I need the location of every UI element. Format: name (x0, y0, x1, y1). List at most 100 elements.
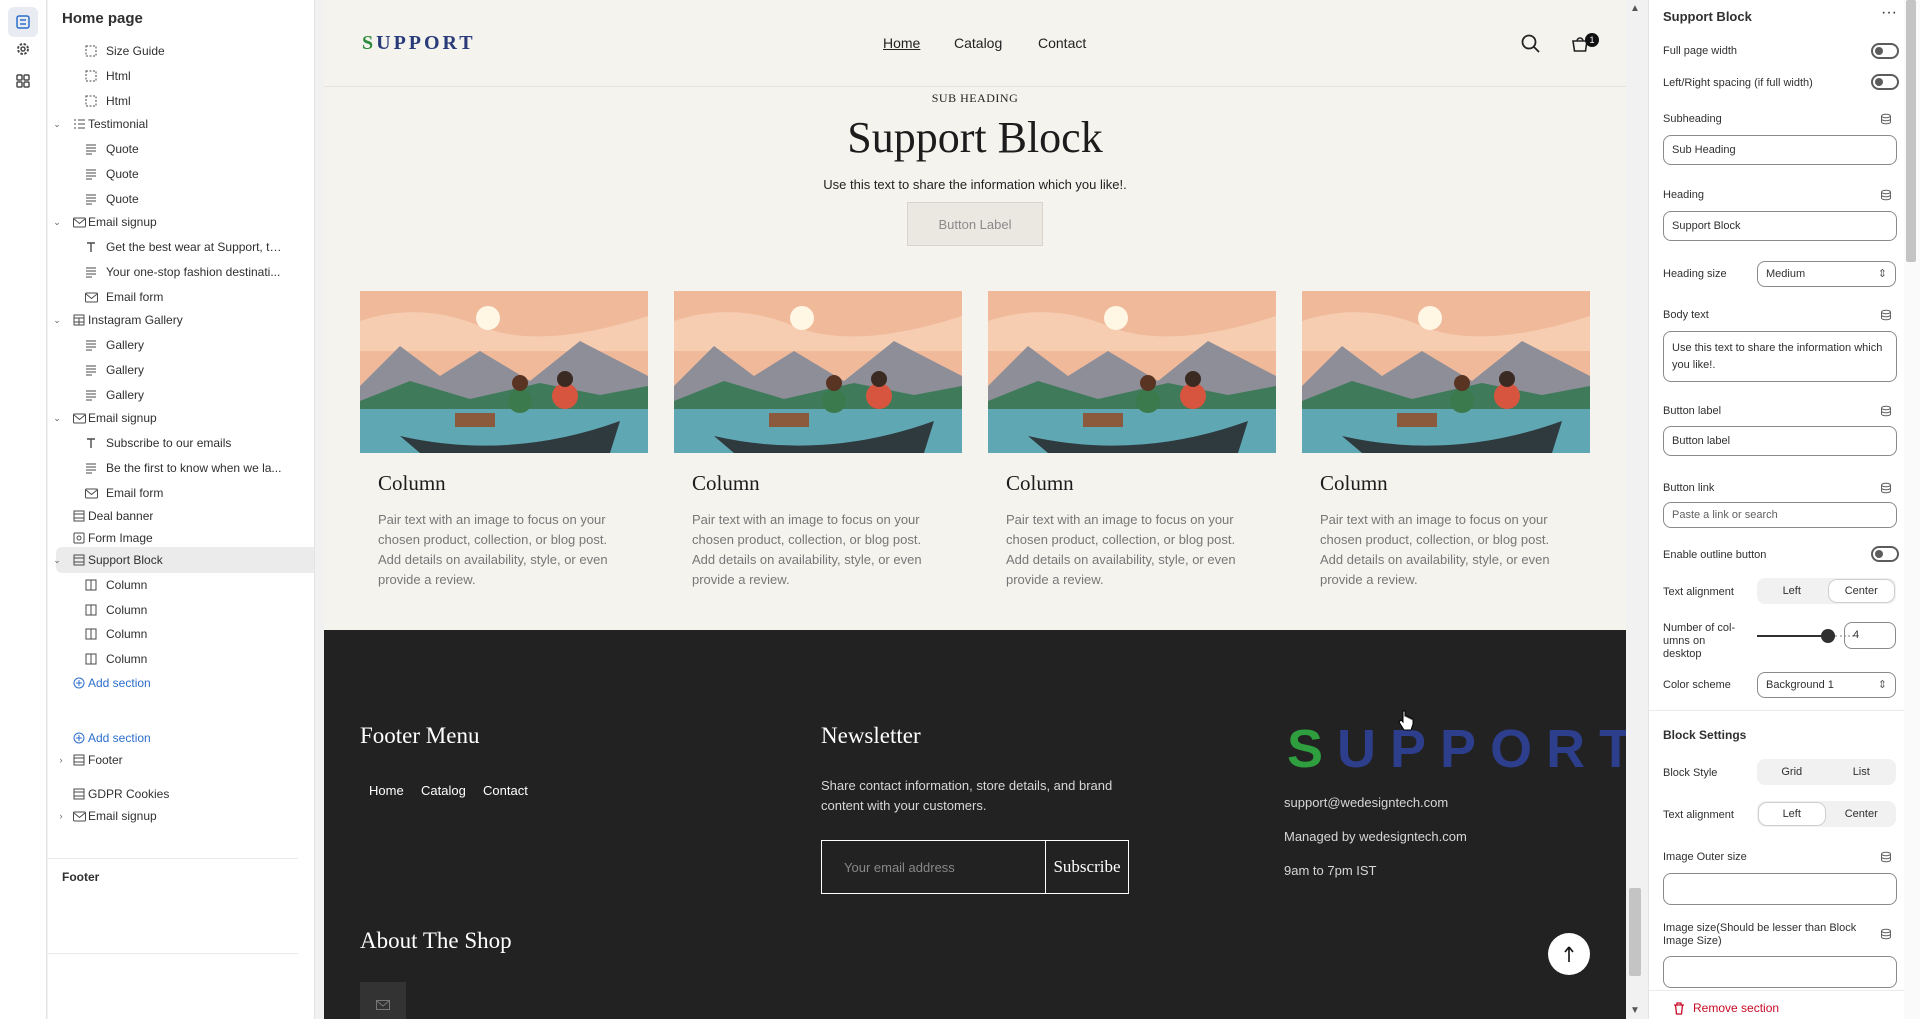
column-icon (84, 627, 98, 641)
nav-catalog[interactable]: Catalog (954, 35, 1002, 51)
block-style-list[interactable]: List (1829, 761, 1895, 783)
button-label-input[interactable]: Button label (1663, 426, 1897, 456)
heading-input[interactable]: Support Block (1663, 211, 1897, 241)
chevron-down-icon[interactable]: ⌄ (52, 413, 62, 423)
section-icon (72, 553, 86, 567)
chevron-right-icon[interactable]: › (56, 755, 66, 765)
text-icon (84, 363, 98, 377)
tree-item-label: Testimonial (88, 117, 149, 131)
remove-section-button[interactable]: Remove section (1673, 1001, 1779, 1015)
outline-button-toggle[interactable] (1871, 546, 1899, 562)
text-icon (84, 265, 98, 279)
tree-footer-item[interactable]: › Footer (56, 747, 314, 773)
settings-scroll-thumb[interactable] (1906, 0, 1916, 262)
chevron-down-icon[interactable]: ▼ (1626, 1005, 1644, 1016)
tree-block-item[interactable]: Size Guide (56, 38, 314, 64)
tree-block-item[interactable]: Html (56, 63, 314, 89)
mail-icon[interactable] (360, 982, 406, 1019)
tree-block-item[interactable]: Column (56, 572, 314, 598)
tree-block-item[interactable]: Quote (56, 136, 314, 162)
sections-icon[interactable] (8, 7, 38, 37)
columns-slider-thumb[interactable] (1821, 629, 1836, 643)
section-button[interactable]: Button Label (907, 202, 1043, 246)
footer-link-home[interactable]: Home (369, 783, 404, 798)
app-embeds-icon[interactable] (8, 66, 38, 96)
columns-number-input[interactable]: 4 (1844, 622, 1896, 649)
tree-block-item[interactable]: Column (56, 597, 314, 623)
block-icon (84, 94, 98, 108)
body-text-input[interactable]: Use this text to share the information w… (1663, 331, 1897, 382)
chevron-down-icon[interactable]: ⌄ (52, 555, 62, 565)
button-link-input[interactable]: Paste a link or search (1663, 502, 1897, 528)
site-header: SUPPORT Home Catalog Contact 1 (324, 0, 1626, 87)
tree-block-item[interactable]: Column (56, 646, 314, 672)
dynamic-source-icon[interactable] (1880, 405, 1892, 417)
preview-scroll-thumb[interactable] (1629, 888, 1641, 976)
tree-block-item[interactable]: Be the first to know when we la... (56, 455, 314, 481)
tree-block-item[interactable]: Gallery (56, 357, 314, 383)
nav-home[interactable]: Home (883, 35, 920, 51)
heading-label: Heading (1663, 189, 1704, 201)
block-settings-title: Block Settings (1663, 728, 1747, 742)
chevron-up-icon[interactable]: ▲ (1626, 3, 1644, 14)
text-icon (84, 167, 98, 181)
image-outer-size-input[interactable] (1663, 873, 1897, 905)
dynamic-source-icon[interactable] (1880, 189, 1892, 201)
tree-block-item[interactable]: Your one-stop fashion destinati... (56, 259, 314, 285)
site-logo[interactable]: SUPPORT (362, 32, 476, 55)
footer-link-catalog[interactable]: Catalog (421, 783, 466, 798)
dynamic-source-icon[interactable] (1880, 928, 1892, 940)
chevron-down-icon[interactable]: ⌄ (52, 217, 62, 227)
preview-scrollbar[interactable] (1626, 0, 1644, 1019)
tree-email-signup-item[interactable]: › Email signup (56, 803, 314, 829)
dynamic-source-icon[interactable] (1880, 309, 1892, 321)
dynamic-source-icon[interactable] (1880, 482, 1892, 494)
block-align-left[interactable]: Left (1759, 803, 1825, 825)
email-icon (84, 486, 98, 500)
theme-settings-gear-icon[interactable] (8, 34, 38, 64)
section-icon (72, 753, 86, 767)
nav-contact[interactable]: Contact (1038, 35, 1086, 51)
align-center-option[interactable]: Center (1828, 580, 1894, 602)
tree-section-item[interactable]: ⌄ Testimonial (53, 111, 314, 137)
subheading-input[interactable]: Sub Heading (1663, 135, 1897, 165)
tree-section-item[interactable]: ⌄ Email signup (53, 405, 314, 431)
column-illustration (674, 291, 962, 453)
add-section-button[interactable]: Add section (56, 670, 314, 696)
chevron-down-icon[interactable]: ⌄ (52, 315, 62, 325)
subscribe-button[interactable]: Subscribe (1045, 840, 1129, 894)
block-text-alignment-segmented: Left Center (1757, 801, 1896, 827)
align-left-option[interactable]: Left (1759, 580, 1825, 602)
chevron-right-icon[interactable]: › (56, 811, 66, 821)
tree-section-item[interactable]: ⌄ Instagram Gallery (53, 307, 314, 333)
tree-section-item[interactable]: ⌄ Support Block (53, 547, 314, 573)
footer-link-contact[interactable]: Contact (483, 783, 528, 798)
tree-block-item[interactable]: Gallery (56, 332, 314, 358)
block-align-center[interactable]: Center (1829, 803, 1895, 825)
block-style-grid[interactable]: Grid (1759, 761, 1825, 783)
tree-section-item[interactable]: ⌄ Email signup (53, 209, 314, 235)
more-options-icon[interactable]: ··· (1881, 4, 1897, 22)
dynamic-source-icon[interactable] (1880, 851, 1892, 863)
tree-block-item[interactable]: Get the best wear at Support, th... (56, 234, 314, 260)
chevron-down-icon[interactable]: ⌄ (52, 119, 62, 129)
lr-spacing-toggle[interactable] (1871, 74, 1899, 90)
footer-email[interactable]: support@wedesigntech.com (1284, 795, 1448, 810)
tree-block-item[interactable]: Quote (56, 161, 314, 187)
full-width-toggle[interactable] (1871, 43, 1899, 59)
color-scheme-select[interactable]: Background 1 (1757, 672, 1896, 698)
tree-item-label: Be the first to know when we la... (106, 461, 282, 475)
block-style-label: Block Style (1663, 767, 1718, 779)
page-title: Home page (62, 10, 143, 27)
tree-block-item[interactable]: Subscribe to our emails (56, 430, 314, 456)
tree-block-item[interactable]: Column (56, 621, 314, 647)
newsletter-email-input[interactable]: Your email address (821, 840, 1045, 894)
heading-size-select[interactable]: Medium (1757, 261, 1896, 287)
image-size-input[interactable] (1663, 956, 1897, 988)
subheading-label: Subheading (1663, 113, 1722, 125)
scroll-to-top-button[interactable] (1548, 933, 1590, 975)
column-icon (84, 652, 98, 666)
section-body-text: Use this text to share the information w… (823, 177, 1127, 192)
search-icon[interactable] (1520, 33, 1542, 55)
dynamic-source-icon[interactable] (1880, 113, 1892, 125)
